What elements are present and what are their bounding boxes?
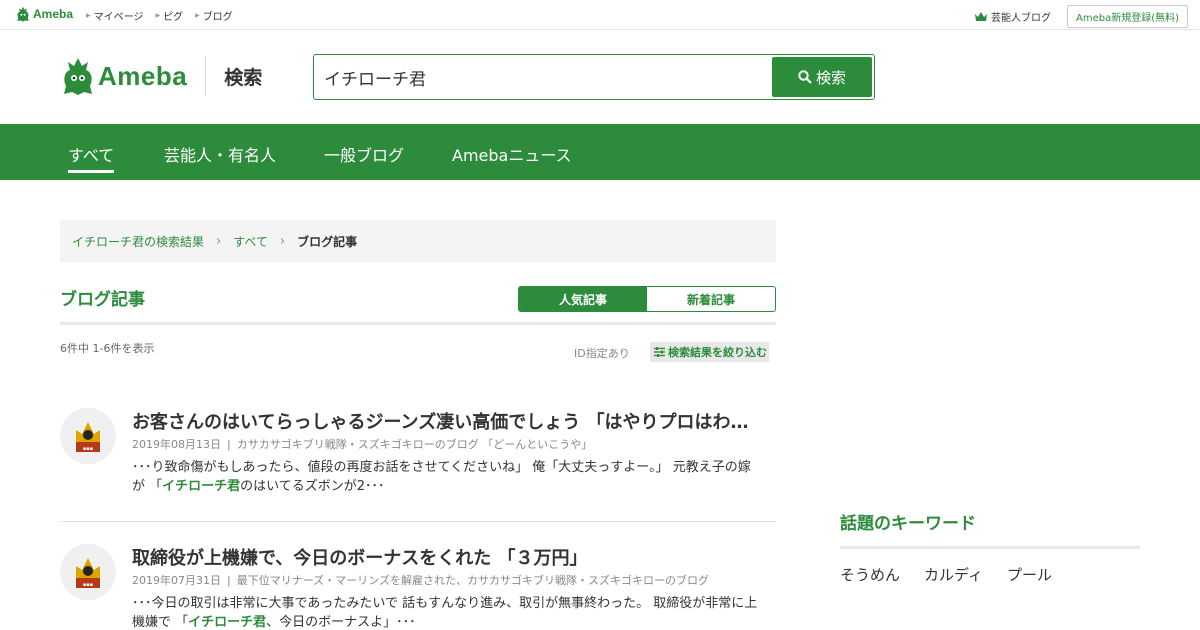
- result-meta: 2019年08月13日 | カサカサゴキブリ戦隊・スズキゴキローのブログ 「どーんと…: [132, 436, 592, 452]
- section-divider: [60, 322, 776, 325]
- result-divider: [60, 521, 776, 522]
- snippet-highlight: イチローチ君: [188, 615, 267, 630]
- list-item: ▪▪▪ お客さんのはいてらっしゃるジーンズ凄い高価でしょう 「はやりプロはわ… …: [60, 408, 776, 522]
- avatar[interactable]: ▪▪▪: [60, 544, 116, 600]
- result-snippet: ･･･り致命傷がもしあったら、値段の再度お話をさせてくださいね」 俺「大丈夫っす…: [132, 458, 758, 496]
- section-title: ブログ記事: [60, 290, 145, 310]
- keyword-link[interactable]: カルディ: [924, 564, 983, 585]
- breadcrumb: イチローチ君の検索結果 › すべて › ブログ記事: [60, 220, 776, 262]
- chevron-right-icon: ›: [279, 233, 286, 249]
- refine-results-label: 検索結果を絞り込む: [668, 346, 767, 359]
- ameba-small-logo-text: Ameba: [33, 7, 74, 21]
- blogger-avatar-image: ▪▪▪: [60, 408, 116, 464]
- result-title[interactable]: 取締役が上機嫌で、今日のボーナスをくれた 「３万円」: [132, 544, 772, 570]
- tab-general-blog[interactable]: 一般ブログ: [324, 142, 404, 180]
- svg-text:▪▪▪: ▪▪▪: [83, 446, 93, 452]
- tab-all[interactable]: すべて: [68, 142, 115, 180]
- ameba-mascot-icon[interactable]: [62, 56, 94, 96]
- triangle-icon: ▶: [86, 12, 91, 19]
- celeb-blog-link[interactable]: 芸能人ブログ: [974, 9, 1051, 24]
- id-filter-status: ID指定あり: [574, 347, 630, 360]
- breadcrumb-all[interactable]: すべて: [233, 233, 268, 250]
- page-section-label: 検索: [224, 66, 263, 89]
- top-nav-blog[interactable]: ▶ ブログ: [195, 8, 233, 23]
- brand: Ameba 検索: [62, 56, 262, 96]
- tab-ameba-news[interactable]: Amebaニュース: [452, 142, 572, 180]
- trending-keywords-list: そうめん カルディ プール: [840, 564, 1052, 585]
- triangle-icon: ▶: [155, 12, 161, 19]
- sort-popular-button[interactable]: 人気記事: [519, 287, 647, 311]
- snippet-text: 、今日のボーナスよ」･･･: [266, 615, 416, 630]
- filter-icon: [654, 347, 665, 357]
- search-button-label: 検索: [815, 68, 846, 87]
- keyword-link[interactable]: そうめん: [840, 564, 900, 585]
- search-box: 検索: [313, 54, 875, 100]
- header: Ameba 検索 検索: [0, 30, 1200, 124]
- result-date: 2019年07月31日: [132, 574, 221, 587]
- top-nav-label: ピグ: [163, 12, 184, 23]
- brand-logo-text[interactable]: Ameba: [98, 61, 187, 92]
- keyword-link[interactable]: プール: [1007, 564, 1052, 585]
- ameba-mascot-icon: [17, 6, 29, 22]
- register-button[interactable]: Ameba新規登録(無料): [1066, 5, 1188, 28]
- search-icon: [798, 70, 812, 84]
- search-input[interactable]: [324, 63, 764, 91]
- blogger-avatar-image: ▪▪▪: [60, 544, 116, 600]
- category-tabs: すべて 芸能人・有名人 一般ブログ Amebaニュース: [0, 124, 1200, 180]
- sort-new-button[interactable]: 新着記事: [647, 287, 775, 311]
- refine-results-button[interactable]: 検索結果を絞り込む: [650, 342, 769, 362]
- result-title[interactable]: お客さんのはいてらっしゃるジーンズ凄い高価でしょう 「はやりプロはわ…: [132, 408, 772, 434]
- top-nav-mypage[interactable]: ▶ マイページ: [86, 8, 143, 23]
- trending-keywords-divider: [840, 546, 1140, 549]
- brand-divider: [205, 56, 207, 96]
- chevron-right-icon: ›: [216, 233, 222, 249]
- snippet-text: のはいてるズボンが2･･･: [240, 479, 385, 494]
- breadcrumb-search-results[interactable]: イチローチ君の検索結果: [72, 233, 204, 250]
- result-meta: 2019年07月31日 | 最下位マリナーズ・マーリンズを解雇された、カサカサゴキブ…: [132, 572, 709, 588]
- top-nav: ▶ マイページ ▶ ピグ ▶ ブログ: [86, 8, 233, 23]
- ameba-small-logo[interactable]: Ameba: [16, 6, 73, 22]
- triangle-icon: ▶: [195, 12, 200, 19]
- list-item: ▪▪▪ 取締役が上機嫌で、今日のボーナスをくれた 「３万円」 2019年07月3…: [60, 544, 776, 630]
- tab-celebrities[interactable]: 芸能人・有名人: [164, 142, 276, 180]
- meta-separator: |: [227, 574, 231, 587]
- breadcrumb-current: ブログ記事: [297, 234, 358, 249]
- trending-keywords-title: 話題のキーワード: [840, 514, 976, 534]
- snippet-highlight: イチローチ君: [162, 479, 241, 494]
- result-blog-name[interactable]: 最下位マリナーズ・マーリンズを解雇された、カサカサゴキブリ戦隊・スズキゴキローの…: [237, 574, 709, 587]
- top-nav-label: ブログ: [202, 12, 233, 23]
- celeb-blog-label: 芸能人ブログ: [990, 13, 1051, 24]
- meta-separator: |: [227, 438, 231, 451]
- top-nav-pigg[interactable]: ▶ ピグ: [155, 8, 183, 23]
- top-bar: Ameba ▶ マイページ ▶ ピグ ▶ ブログ 芸能人ブログ Ameba新規登録(無…: [0, 0, 1200, 30]
- sort-toggle: 人気記事 新着記事: [518, 286, 776, 312]
- result-blog-name[interactable]: カサカサゴキブリ戦隊・スズキゴキローのブログ 「どーんといこうや」: [237, 438, 593, 451]
- top-right: 芸能人ブログ Ameba新規登録(無料): [974, 5, 1188, 28]
- search-button[interactable]: 検索: [772, 57, 872, 97]
- result-count: 6件中 1-6件を表示: [60, 342, 155, 355]
- crown-icon: [974, 11, 987, 21]
- svg-text:▪▪▪: ▪▪▪: [83, 582, 93, 588]
- avatar[interactable]: ▪▪▪: [60, 408, 116, 464]
- result-date: 2019年08月13日: [132, 438, 221, 451]
- top-nav-label: マイページ: [93, 12, 144, 23]
- result-snippet: ･･･今日の取引は非常に大事であったみたいで 話もすんなり進み、取引が無事終わっ…: [132, 594, 758, 630]
